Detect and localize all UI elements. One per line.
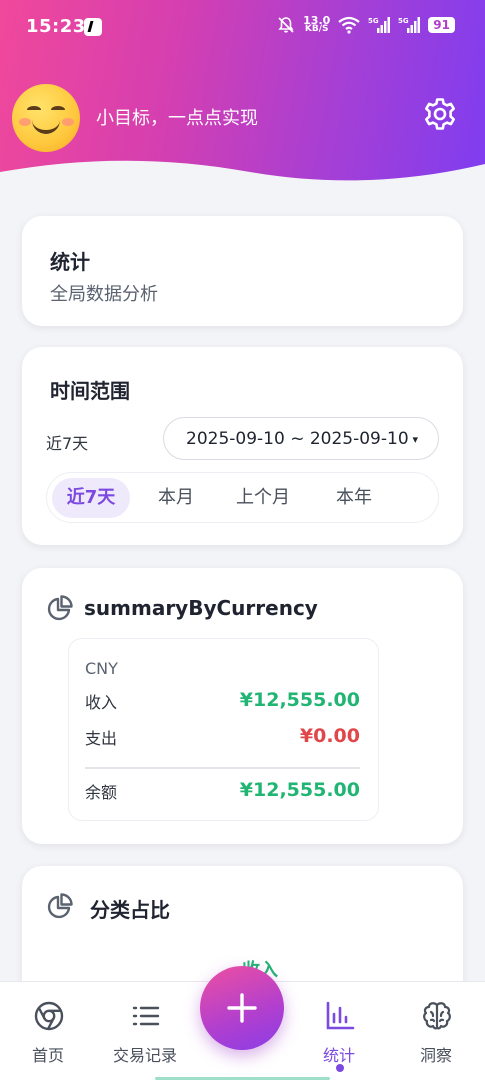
range-option-last-7-days[interactable]: 近7天 xyxy=(52,478,130,518)
balance-label: 余额 xyxy=(85,783,118,802)
status-icons: 13.0 KB/S 5G 5G 91 xyxy=(277,15,455,34)
list-icon xyxy=(132,1006,160,1026)
network-speed: 13.0 KB/S xyxy=(303,15,330,34)
range-option-this-month[interactable]: 本月 xyxy=(145,478,207,518)
network-speed-unit: KB/S xyxy=(304,24,329,34)
summary-title: summaryByCurrency xyxy=(84,596,318,620)
summary-divider xyxy=(85,767,360,769)
category-title: 分类占比 xyxy=(90,898,170,922)
avatar[interactable] xyxy=(12,84,80,152)
date-range-select[interactable]: 2025-09-10 ~ 2025-09-10 ▾ xyxy=(163,417,439,460)
plus-icon xyxy=(227,993,257,1023)
nav-item-insights[interactable]: 洞察 xyxy=(391,982,481,1080)
income-value: ¥12,555.00 xyxy=(239,689,360,711)
currency-code: CNY xyxy=(85,659,118,678)
bar-chart-icon xyxy=(326,1001,355,1030)
range-option-last-month[interactable]: 上个月 xyxy=(221,478,305,518)
active-tab-indicator xyxy=(336,1064,344,1072)
range-segmented-control: 近7天 本月 上个月 本年 xyxy=(46,472,439,523)
stats-title: 统计 xyxy=(50,250,90,274)
time-range-card: 时间范围 近7天 2025-09-10 ~ 2025-09-10 ▾ 近7天 本… xyxy=(22,347,463,545)
nav-item-transactions[interactable]: 交易记录 xyxy=(100,982,190,1080)
stats-page: 15:23 13.0 KB/S 5G 5G 91 小目标，一点点实现 统计 全局… xyxy=(0,0,485,1080)
signal-icon-1: 5G xyxy=(368,17,391,33)
nav-item-home[interactable]: 首页 xyxy=(3,982,93,1080)
mute-bell-icon xyxy=(278,17,294,33)
wifi-icon xyxy=(338,16,360,34)
nav-label-home: 首页 xyxy=(31,1046,64,1065)
add-transaction-button[interactable] xyxy=(200,966,284,1050)
signal-2-label: 5G xyxy=(398,17,409,25)
stats-subtitle: 全局数据分析 xyxy=(50,284,158,305)
signal-icon-2: 5G xyxy=(398,17,421,33)
expense-value: ¥0.00 xyxy=(299,725,360,747)
time-range-title: 时间范围 xyxy=(50,379,130,403)
stats-summary-card: 统计 全局数据分析 xyxy=(22,216,463,326)
chevron-down-icon: ▾ xyxy=(412,433,418,446)
motto-text: 小目标，一点点实现 xyxy=(96,108,258,129)
expense-label: 支出 xyxy=(85,729,118,748)
pie-chart-icon xyxy=(47,595,73,621)
income-label: 收入 xyxy=(85,693,118,712)
currency-summary-box: CNY 收入 ¥12,555.00 支出 ¥0.00 余额 ¥12,555.00 xyxy=(68,638,379,821)
signal-1-label: 5G xyxy=(368,17,379,25)
gear-icon[interactable] xyxy=(422,96,458,132)
nav-label-insights: 洞察 xyxy=(419,1046,452,1065)
status-time: 15:23 xyxy=(26,16,86,37)
date-range-value: 2025-09-10 ~ 2025-09-10 xyxy=(186,429,409,449)
pie-chart-icon xyxy=(47,893,73,919)
chrome-circle-icon xyxy=(34,1001,64,1031)
nav-label-statistics: 统计 xyxy=(322,1046,355,1065)
header-wave xyxy=(0,160,485,200)
battery-level: 91 xyxy=(428,17,455,33)
current-range-label: 近7天 xyxy=(46,434,89,453)
brain-icon xyxy=(423,1002,451,1030)
summary-by-currency-card: summaryByCurrency CNY 收入 ¥12,555.00 支出 ¥… xyxy=(22,568,463,844)
balance-value: ¥12,555.00 xyxy=(239,779,360,801)
range-option-this-year[interactable]: 本年 xyxy=(323,478,385,518)
status-bar: 15:23 13.0 KB/S 5G 5G 91 xyxy=(0,14,485,44)
nav-label-transactions: 交易记录 xyxy=(112,1046,177,1065)
notification-app-icon xyxy=(84,18,102,36)
